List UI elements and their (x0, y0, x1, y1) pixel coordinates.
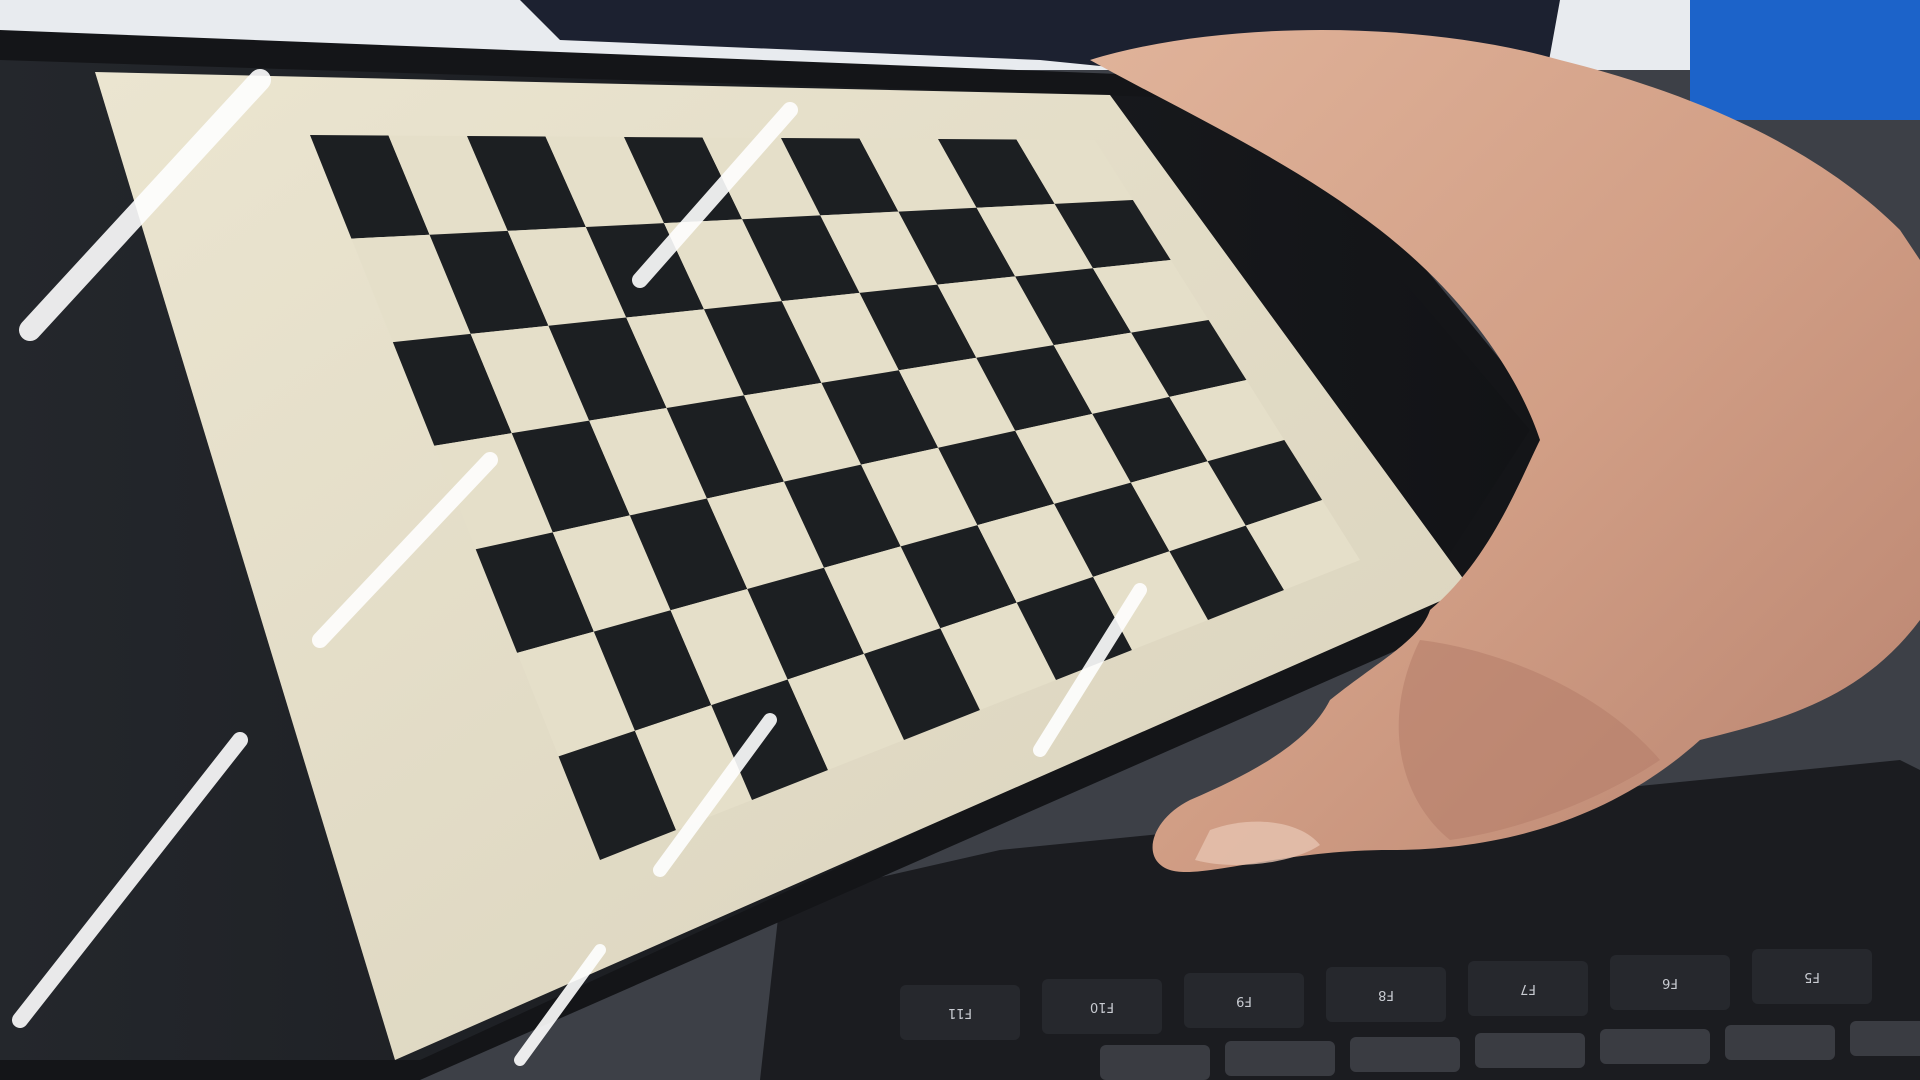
keyboard-key (1725, 1025, 1835, 1060)
key-label: F11 (948, 1005, 972, 1020)
key-label: F5 (1804, 969, 1820, 984)
key-label: F10 (1090, 999, 1114, 1014)
keyboard-key (1600, 1029, 1710, 1064)
key-label: F7 (1520, 981, 1536, 996)
monitor-right (1690, 0, 1920, 120)
keyboard-key (1225, 1041, 1335, 1076)
keyboard-key (1350, 1037, 1460, 1072)
keyboard-key (1475, 1033, 1585, 1068)
key-label: F9 (1236, 993, 1252, 1008)
keyboard-key (1850, 1021, 1920, 1056)
photo-scene: F11 F10 F9 F8 F7 F6 F5 (0, 0, 1920, 1080)
key-label: F6 (1662, 975, 1678, 990)
keyboard-key (1100, 1045, 1210, 1080)
key-label: F8 (1378, 987, 1394, 1002)
